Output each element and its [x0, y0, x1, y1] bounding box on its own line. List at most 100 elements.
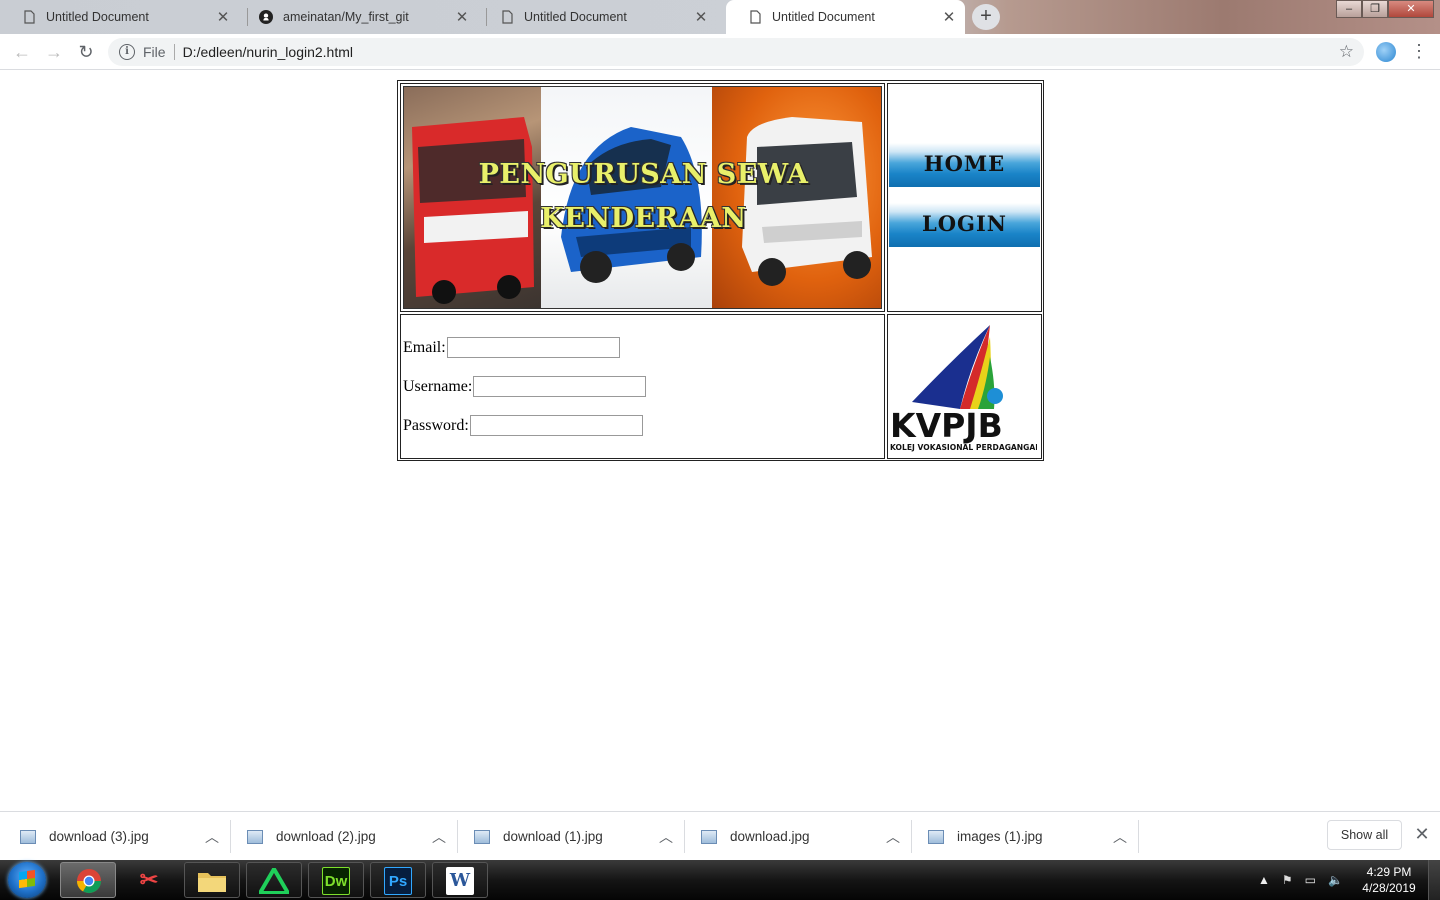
- taskbar-triangle-app[interactable]: [246, 862, 302, 898]
- tab-title: Untitled Document: [772, 10, 875, 24]
- taskbar-snipping-tool[interactable]: ✂: [122, 862, 178, 898]
- word-icon: W: [446, 867, 474, 895]
- banner-cell: PENGURUSAN SEWA KENDERAAN: [400, 83, 885, 312]
- chevron-up-icon[interactable]: ︿: [424, 827, 454, 847]
- window-controls: ‒ ❐ ✕: [1336, 0, 1434, 18]
- bookmark-star-icon[interactable]: ☆: [1339, 42, 1354, 62]
- chrome-icon: [77, 869, 101, 894]
- download-item[interactable]: download (3).jpg ︿: [0, 812, 227, 861]
- download-item[interactable]: images (1).jpg ︿: [908, 812, 1135, 861]
- document-icon: [24, 10, 35, 24]
- download-item[interactable]: download.jpg ︿: [681, 812, 908, 861]
- downloads-bar: download (3).jpg ︿ download (2).jpg ︿ do…: [0, 811, 1440, 860]
- chevron-up-icon[interactable]: ︿: [197, 827, 227, 847]
- show-desktop-button[interactable]: [1428, 860, 1440, 900]
- clock-time: 4:29 PM: [1366, 865, 1412, 879]
- folder-icon: [198, 873, 226, 892]
- reload-icon[interactable]: ↻: [74, 40, 98, 64]
- volume-icon[interactable]: 🔈: [1328, 873, 1343, 887]
- image-file-icon: [928, 829, 944, 844]
- email-label: Email:: [403, 338, 446, 356]
- window-close-icon[interactable]: ✕: [1388, 0, 1434, 18]
- action-center-flag-icon[interactable]: ⚑: [1282, 873, 1293, 887]
- chevron-up-icon[interactable]: ︿: [878, 827, 908, 847]
- start-button[interactable]: [8, 862, 46, 898]
- address-bar[interactable]: i File D:/edleen/nurin_login2.html ☆: [108, 38, 1364, 66]
- email-field[interactable]: [446, 337, 620, 358]
- layout-table: PENGURUSAN SEWA KENDERAAN HOME LOGIN Ema…: [397, 80, 1044, 461]
- taskbar-dreamweaver[interactable]: Dw: [308, 862, 364, 898]
- login-button[interactable]: LOGIN: [889, 203, 1040, 247]
- form-cell: Email: Username: Password:: [400, 314, 885, 459]
- chevron-up-icon[interactable]: ︿: [1105, 827, 1135, 847]
- download-filename: download (3).jpg: [49, 829, 149, 844]
- banner-title: PENGURUSAN SEWA KENDERAAN: [404, 153, 881, 241]
- download-item[interactable]: download (1).jpg ︿: [454, 812, 681, 861]
- download-filename: download (2).jpg: [276, 829, 376, 844]
- triangle-app-icon: [259, 868, 289, 894]
- download-filename: download (1).jpg: [503, 829, 603, 844]
- web-page: PENGURUSAN SEWA KENDERAAN HOME LOGIN Ema…: [0, 71, 1440, 811]
- forward-arrow-icon[interactable]: →: [42, 40, 66, 64]
- omnibox-divider: [173, 44, 175, 60]
- tab-untitled-document-active[interactable]: Untitled Document ✕: [726, 0, 965, 34]
- windows-logo-icon: [19, 869, 35, 889]
- download-filename: download.jpg: [730, 829, 810, 844]
- download-filename: images (1).jpg: [957, 829, 1043, 844]
- taskbar-word[interactable]: W: [432, 862, 488, 898]
- back-arrow-icon[interactable]: ←: [10, 40, 34, 64]
- dreamweaver-icon: Dw: [322, 867, 350, 895]
- taskbar-chrome[interactable]: [60, 862, 116, 898]
- close-downloads-icon[interactable]: ✕: [1412, 824, 1432, 845]
- tab-close-icon[interactable]: ✕: [689, 8, 713, 26]
- taskbar-file-explorer[interactable]: [184, 862, 240, 898]
- browser-menu-icon[interactable]: ⋮: [1410, 40, 1428, 62]
- profile-avatar-icon[interactable]: [1376, 42, 1396, 62]
- restore-icon[interactable]: ❐: [1362, 0, 1388, 18]
- username-label: Username:: [403, 377, 473, 395]
- password-field[interactable]: [469, 415, 643, 436]
- tab-close-icon[interactable]: ✕: [450, 8, 474, 26]
- tab-github-repo[interactable]: ameinatan/My_first_git ✕: [239, 0, 478, 34]
- tray-expand-icon[interactable]: ▲: [1258, 873, 1270, 887]
- chevron-up-icon[interactable]: ︿: [651, 827, 681, 847]
- username-field[interactable]: [473, 376, 647, 397]
- banner-title-line1: PENGURUSAN SEWA: [478, 159, 809, 190]
- logo-cell: KVPJB KOLEJ VOKASIONAL PERDAGANGAN: [887, 314, 1042, 459]
- download-item[interactable]: download (2).jpg ︿: [227, 812, 454, 861]
- tab-title: ameinatan/My_first_git: [283, 10, 409, 24]
- network-icon[interactable]: ▭: [1305, 873, 1316, 887]
- show-all-downloads-button[interactable]: Show all: [1327, 820, 1402, 850]
- github-icon: [259, 10, 273, 24]
- url-text[interactable]: D:/edleen/nurin_login2.html: [183, 44, 353, 60]
- tab-close-icon[interactable]: ✕: [211, 8, 235, 26]
- tab-untitled-document-2[interactable]: Untitled Document ✕: [478, 0, 717, 34]
- scissors-icon: ✂: [139, 867, 159, 892]
- minimize-icon[interactable]: ‒: [1336, 0, 1362, 18]
- document-icon: [750, 10, 761, 24]
- kvpjb-logo: KVPJB KOLEJ VOKASIONAL PERDAGANGAN: [890, 325, 1037, 452]
- taskbar-photoshop[interactable]: Ps: [370, 862, 426, 898]
- email-row: Email:: [403, 337, 620, 358]
- nav-cell: HOME LOGIN: [887, 83, 1042, 312]
- taskbar-clock[interactable]: 4:29 PM 4/28/2019: [1356, 864, 1422, 896]
- tab-close-icon[interactable]: ✕: [937, 8, 961, 26]
- image-file-icon: [20, 829, 36, 844]
- home-button[interactable]: HOME: [889, 143, 1040, 187]
- url-scheme-label: File: [143, 44, 166, 60]
- download-divider: [1138, 820, 1139, 853]
- document-icon: [502, 10, 513, 24]
- logo-subtitle: KOLEJ VOKASIONAL PERDAGANGAN: [890, 443, 1037, 452]
- tab-title: Untitled Document: [524, 10, 627, 24]
- system-tray: ▲ ⚑ ▭ 🔈: [1258, 860, 1355, 900]
- banner-title-line2: KENDERAAN: [540, 203, 747, 234]
- new-tab-button[interactable]: +: [972, 4, 1000, 30]
- tab-untitled-document-1[interactable]: Untitled Document ✕: [0, 0, 239, 34]
- windows-taskbar: ✂ Dw Ps W ▲ ⚑ ▭ 🔈 4:29 PM 4/28/2019: [0, 860, 1440, 900]
- clock-date: 4/28/2019: [1362, 881, 1416, 895]
- banner-image: PENGURUSAN SEWA KENDERAAN: [403, 86, 882, 309]
- site-info-icon[interactable]: i: [119, 44, 135, 60]
- photoshop-icon: Ps: [384, 867, 412, 895]
- image-file-icon: [474, 829, 490, 844]
- image-file-icon: [247, 829, 263, 844]
